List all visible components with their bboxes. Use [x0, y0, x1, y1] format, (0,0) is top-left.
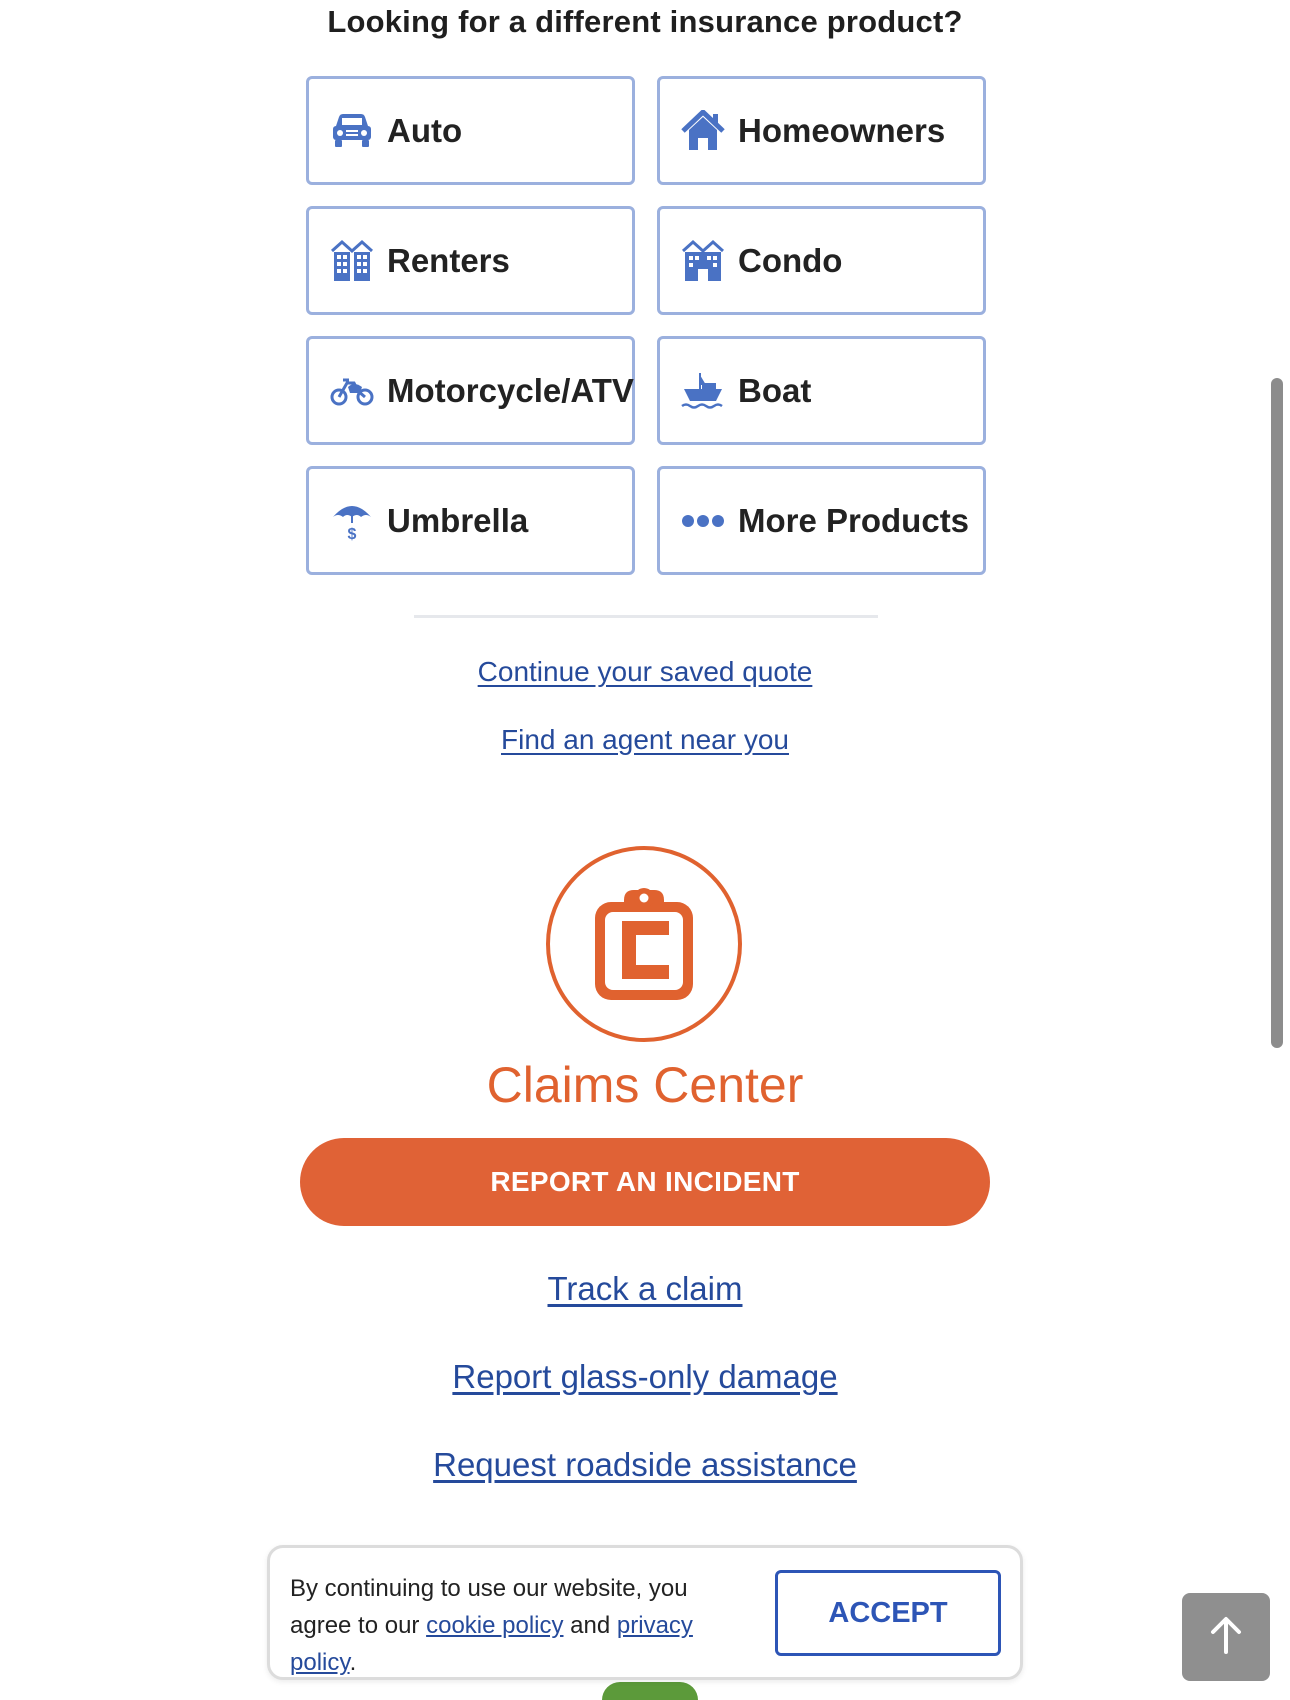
svg-text:$: $	[348, 526, 357, 541]
back-to-top-button[interactable]	[1182, 1593, 1270, 1681]
cookie-text-part: and	[563, 1612, 617, 1639]
motorcycle-icon	[329, 368, 375, 414]
mascot-image-partial	[602, 1682, 698, 1700]
product-more-button[interactable]: More Products	[657, 466, 986, 575]
product-grid: Auto Homeowners Renters Condo Motorcycle…	[306, 76, 986, 575]
product-auto-button[interactable]: Auto	[306, 76, 635, 185]
accept-cookies-button[interactable]: ACCEPT	[775, 1570, 1001, 1656]
arrow-up-icon	[1209, 1616, 1243, 1659]
apartment-building-icon	[329, 238, 375, 284]
condo-building-icon	[680, 238, 726, 284]
section-divider	[414, 615, 878, 618]
glass-damage-link-row: Report glass-only damage	[0, 1358, 1290, 1396]
roadside-link-row: Request roadside assistance	[0, 1446, 1290, 1484]
section-heading: Looking for a different insurance produc…	[327, 4, 963, 39]
product-umbrella-button[interactable]: $ Umbrella	[306, 466, 635, 575]
umbrella-dollar-icon: $	[329, 498, 375, 544]
product-label: Homeowners	[738, 111, 946, 149]
cookie-banner: By continuing to use our website, you ag…	[267, 1545, 1023, 1680]
saved-quote-link-row: Continue your saved quote	[0, 656, 1290, 688]
house-icon	[680, 108, 726, 154]
clipboard-icon	[589, 880, 699, 1009]
track-claim-link-row: Track a claim	[0, 1270, 1290, 1308]
product-label: More Products	[738, 501, 970, 539]
product-motorcycle-button[interactable]: Motorcycle/ATV	[306, 336, 635, 445]
cookie-text-part: .	[349, 1649, 357, 1676]
car-icon	[329, 108, 375, 154]
product-boat-button[interactable]: Boat	[657, 336, 986, 445]
product-label: Renters	[387, 241, 510, 279]
product-label: Motorcycle/ATV	[387, 371, 634, 409]
boat-icon	[680, 368, 726, 414]
find-agent-link[interactable]: Find an agent near you	[501, 724, 789, 755]
find-agent-link-row: Find an agent near you	[0, 724, 1290, 756]
claims-center-title: Claims Center	[486, 1057, 804, 1113]
product-renters-button[interactable]: Renters	[306, 206, 635, 315]
product-label: Umbrella	[387, 501, 529, 539]
product-label: Boat	[738, 371, 812, 409]
more-dots-icon	[680, 498, 726, 544]
continue-saved-quote-link[interactable]: Continue your saved quote	[478, 656, 813, 687]
roadside-assistance-link[interactable]: Request roadside assistance	[433, 1446, 857, 1483]
report-incident-button[interactable]: REPORT AN INCIDENT	[300, 1138, 990, 1226]
report-glass-damage-link[interactable]: Report glass-only damage	[452, 1358, 837, 1395]
cookie-banner-text: By continuing to use our website, you ag…	[290, 1570, 750, 1681]
claims-center-badge	[546, 846, 742, 1042]
scrollbar-thumb[interactable]	[1271, 378, 1283, 1048]
product-condo-button[interactable]: Condo	[657, 206, 986, 315]
product-label: Condo	[738, 241, 843, 279]
product-homeowners-button[interactable]: Homeowners	[657, 76, 986, 185]
track-claim-link[interactable]: Track a claim	[548, 1270, 743, 1307]
product-label: Auto	[387, 111, 463, 149]
cookie-policy-link[interactable]: cookie policy	[426, 1612, 563, 1639]
